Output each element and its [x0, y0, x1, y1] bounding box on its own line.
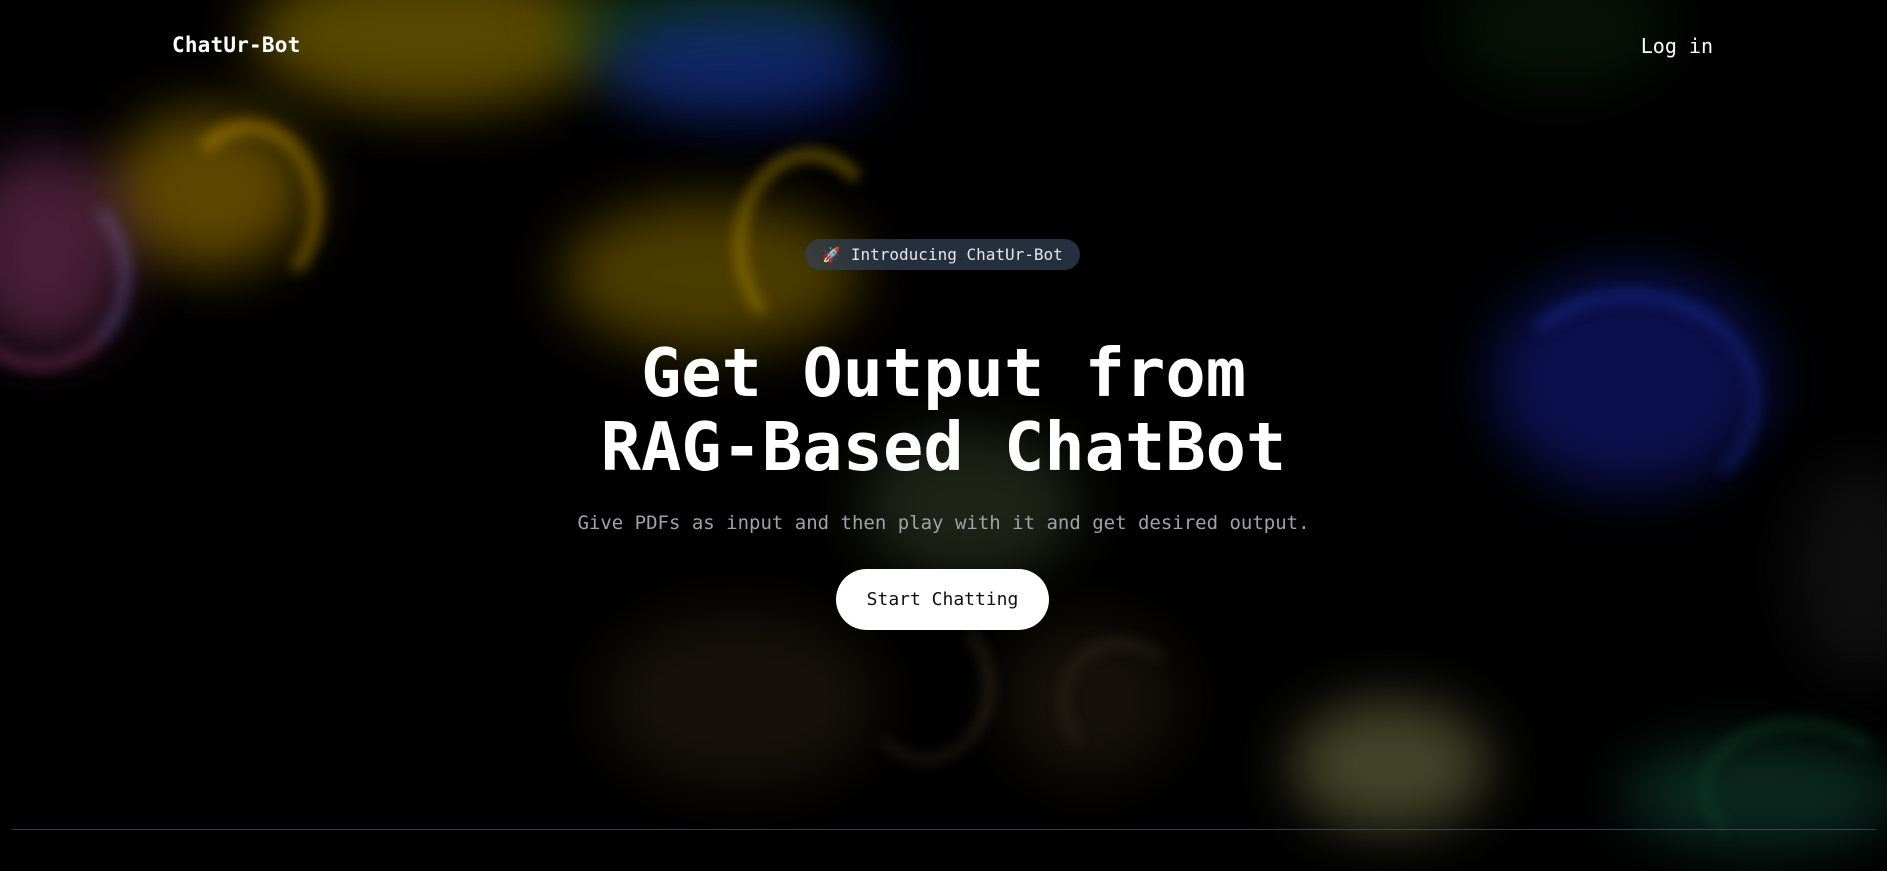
rocket-icon: 🚀 — [822, 245, 841, 264]
start-chatting-button[interactable]: Start Chatting — [836, 569, 1049, 630]
bottom-divider — [12, 829, 1876, 830]
hero-title-line1: Get Output from — [640, 334, 1247, 412]
introducing-badge[interactable]: 🚀 Introducing ChatUr-Bot — [805, 239, 1080, 270]
hero-subtitle: Give PDFs as input and then play with it… — [577, 512, 1310, 534]
brand-logo-text[interactable]: ChatUr-Bot — [172, 33, 300, 57]
hero-title-line2: RAG-Based ChatBot — [600, 408, 1287, 486]
hero-title: Get Output from RAG-Based ChatBot — [0, 336, 1887, 484]
top-navigation-bar: ChatUr-Bot Log in — [0, 0, 1887, 92]
log-in-link[interactable]: Log in — [1641, 34, 1713, 58]
badge-text: Introducing ChatUr-Bot — [850, 245, 1063, 264]
